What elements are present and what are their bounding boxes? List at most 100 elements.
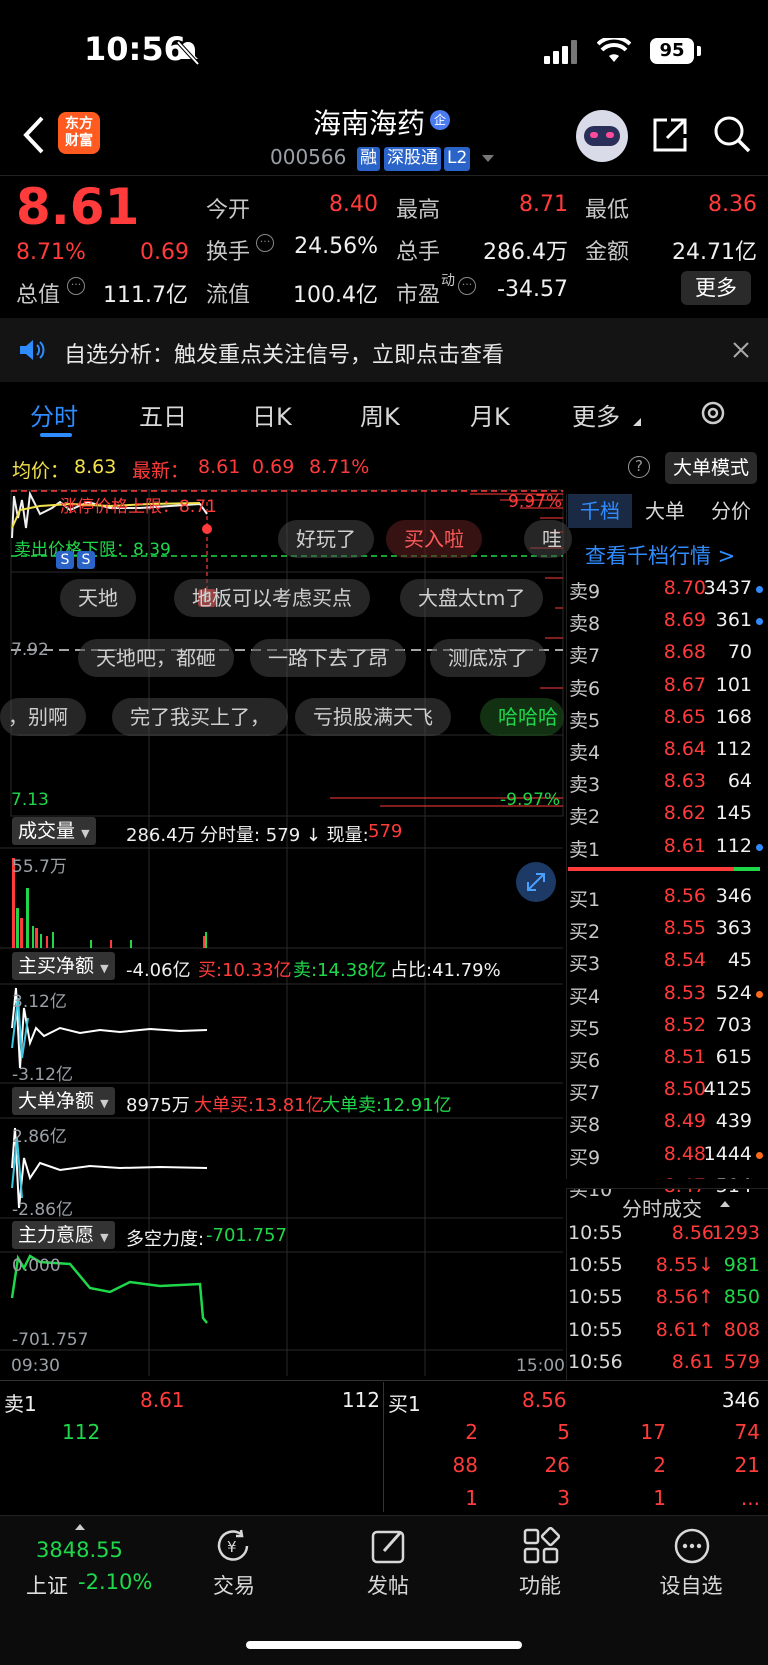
post-edit-icon[interactable] [370, 1527, 408, 1565]
danmu-bubble[interactable]: 哈哈哈 [480, 698, 564, 736]
total-mv-value: 111.7亿 [103, 283, 188, 308]
nav-post-label[interactable]: 发帖 [338, 1570, 438, 1600]
notice-text: 自选分析：触发重点关注信号，立即点击查看 [64, 343, 505, 368]
dropdown-caret-icon: ▼ [100, 1097, 109, 1110]
orderbook-label: 买5 [569, 1017, 601, 1040]
danmu-bubble[interactable]: 地板可以考虑买点 [174, 579, 370, 617]
depth-vdivider [383, 1382, 384, 1512]
low-label: 最低 [585, 198, 630, 223]
settings-gear-icon[interactable] [698, 398, 728, 428]
net-buy-bottom: -3.12亿 [12, 1065, 73, 1085]
info-dots-icon[interactable]: ··· [458, 277, 476, 295]
tab-monthly-k[interactable]: 月K [470, 397, 510, 432]
low-price-label: 7.13 [11, 790, 49, 810]
tag-level2: L2 [444, 147, 471, 171]
tab-more[interactable]: 更多 [572, 397, 620, 432]
tab-daily-k[interactable]: 日K [252, 397, 292, 432]
change-percent: 8.71% [16, 240, 86, 265]
pe-sup: 动 [441, 273, 455, 289]
danmu-bubble[interactable]: 天地吧，都砸 [78, 639, 234, 677]
legend-change-pct: 8.71% [309, 456, 370, 478]
orderbook-vol: 1444 [703, 1142, 752, 1165]
net-buy-panel-label: 主买净额 [18, 955, 95, 977]
net-buy-ratio: 占比:41.79% [390, 960, 501, 981]
danmu-bubble[interactable]: ，别啊 [0, 698, 86, 736]
orderbook-tab-price[interactable]: 分价 [711, 494, 751, 528]
net-buy-panel-selector[interactable]: 主买净额 ▼ [12, 952, 115, 980]
info-dots-icon[interactable]: ··· [256, 234, 274, 252]
home-indicator[interactable] [246, 1641, 522, 1649]
view-thousand-link[interactable]: 查看千档行情 > [585, 540, 735, 570]
danmu-bubble[interactable]: 测底凉了 [430, 639, 546, 677]
battery-tip [697, 46, 701, 56]
back-chevron-icon[interactable] [22, 116, 46, 154]
avg-value: 8.63 [74, 456, 117, 478]
share-icon[interactable] [651, 116, 689, 154]
trades-title[interactable]: 分时成交 [622, 1193, 702, 1222]
danmu-bubble[interactable]: 哇 [524, 520, 572, 558]
intent-panel-label: 主力意愿 [18, 1224, 95, 1246]
big-order-mode-button[interactable]: 大单模式 [665, 452, 757, 484]
speaker-icon [20, 340, 45, 360]
tab-five-day[interactable]: 五日 [139, 397, 187, 432]
total-mv-label: 总值 [16, 283, 61, 308]
orderbook-vol: 112 [715, 738, 752, 760]
volume-panel-selector[interactable]: 成交量 ▼ [12, 817, 96, 845]
tab-intraday[interactable]: 分时 [30, 397, 78, 432]
search-icon[interactable] [712, 114, 752, 154]
depth-ask-label: 卖1 [4, 1392, 37, 1416]
functions-grid-icon[interactable] [522, 1527, 560, 1565]
big-order-bottom: -2.86亿 [12, 1200, 73, 1220]
depth-ask-vol: 112 [341, 1388, 380, 1412]
intent-panel-selector[interactable]: 主力意愿 ▼ [12, 1221, 115, 1249]
robot-assistant-avatar[interactable] [576, 110, 628, 162]
tab-weekly-k[interactable]: 周K [360, 397, 400, 432]
orderbook-tab-thousand[interactable]: 千档 [568, 494, 632, 528]
more-dots-icon[interactable] [673, 1527, 711, 1565]
orderbook-vol: 3437 [703, 577, 752, 599]
more-button[interactable]: 更多 [681, 271, 751, 305]
orderbook-tab-big[interactable]: 大单 [645, 494, 685, 528]
help-icon[interactable]: ? [628, 456, 650, 478]
sell-marker[interactable]: S [77, 551, 95, 569]
close-icon[interactable] [733, 342, 749, 358]
sell-marker[interactable]: S [56, 551, 74, 569]
trade-time: 10:56 [568, 1350, 623, 1373]
dropdown-caret-icon: ▼ [100, 962, 109, 975]
nav-trade-label[interactable]: 交易 [184, 1570, 284, 1600]
orderbook-indicator-dot [756, 1151, 763, 1159]
danmu-bubble[interactable]: 完了我买上了， [112, 698, 288, 736]
expand-button[interactable] [516, 862, 556, 902]
danmu-bubble[interactable]: 一路下去了昂 [250, 639, 406, 677]
app-logo[interactable]: 东方 财富 [58, 112, 100, 154]
dropdown-caret-icon[interactable] [481, 154, 495, 164]
orderbook-vol: 45 [727, 949, 752, 972]
danmu-bubble[interactable]: 大盘太tm了 [400, 579, 544, 617]
info-dots-icon[interactable]: ··· [67, 277, 85, 295]
danmu-bubble[interactable]: 买入啦 [386, 520, 482, 558]
amount-label: 金额 [585, 240, 630, 265]
danmu-bubble[interactable]: 亏损股满天飞 [295, 698, 451, 736]
intent-info-label: 多空力度: [126, 1229, 205, 1250]
danmu-bubble[interactable]: 好玩了 [278, 520, 374, 558]
pe-label: 市盈 [396, 283, 441, 308]
orderbook-vol: 64 [727, 770, 752, 793]
legend-change: 0.69 [252, 456, 295, 478]
battery-indicator: 95 [650, 38, 694, 64]
change-amount: 0.69 [140, 240, 189, 265]
svg-text:¥: ¥ [227, 1538, 237, 1556]
bid-queue-item: 2 [653, 1453, 666, 1477]
danmu-bubble[interactable]: 天地 [60, 579, 136, 617]
trades-divider [566, 1188, 768, 1189]
bid-queue-item: 2 [465, 1420, 478, 1444]
nav-add-watchlist-label[interactable]: 设自选 [641, 1570, 741, 1600]
trade-yen-icon[interactable]: ¥ [215, 1527, 253, 1565]
bid-queue-item: 1 [465, 1486, 478, 1510]
orderbook-vol: 70 [727, 641, 752, 664]
index-name[interactable]: 上证 [26, 1570, 68, 1600]
index-value[interactable]: 3848.55 [36, 1538, 123, 1562]
logo-line1: 东方 [65, 116, 93, 132]
big-order-panel-selector[interactable]: 大单净额 ▼ [12, 1087, 115, 1115]
index-change[interactable]: -2.10% [78, 1570, 152, 1594]
nav-functions-label[interactable]: 功能 [490, 1570, 590, 1600]
